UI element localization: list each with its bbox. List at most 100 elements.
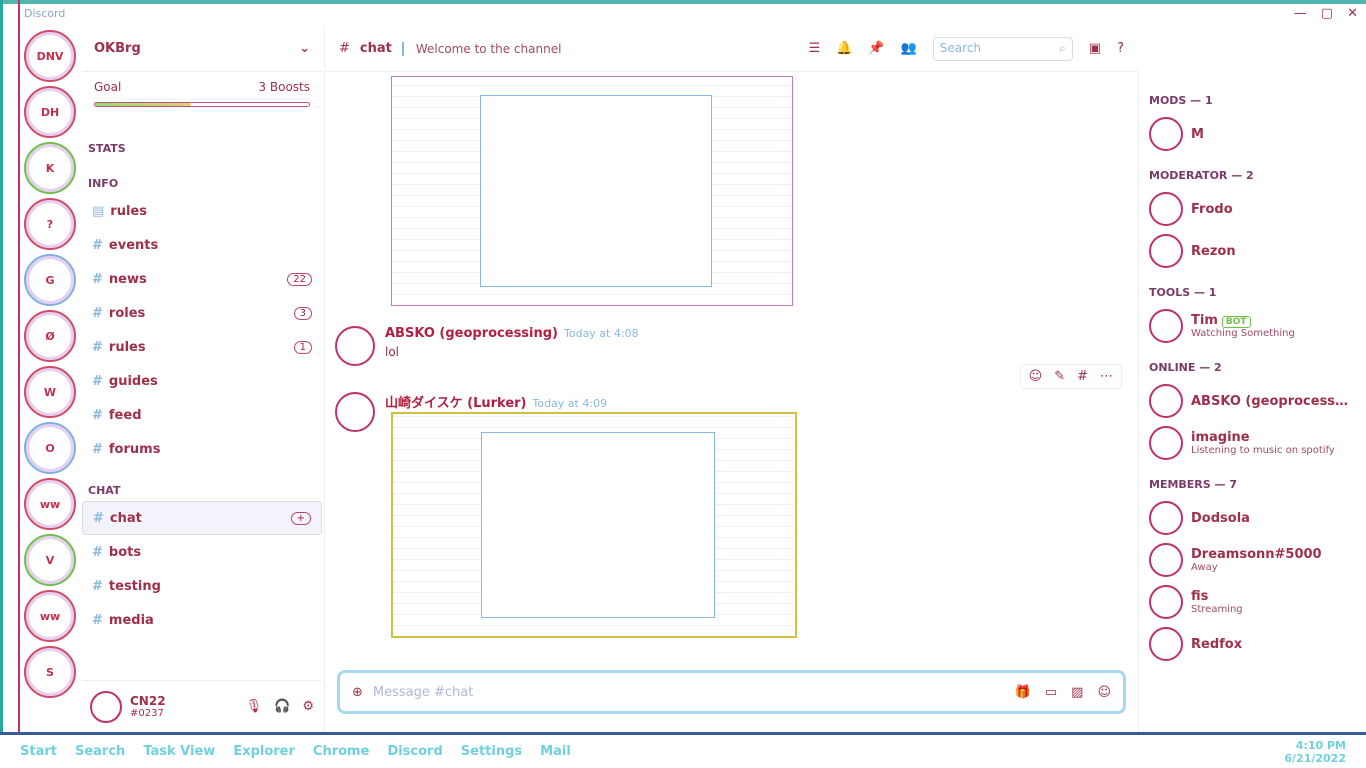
gif-icon[interactable]: ▭ [1045, 685, 1057, 700]
member-item[interactable]: ABSKO (geoprocessing) [1149, 380, 1356, 422]
avatar[interactable] [335, 326, 375, 366]
taskbar-item[interactable]: Mail [540, 744, 571, 759]
gear-icon[interactable]: ⚙ [302, 699, 314, 714]
hash-icon: # [92, 237, 103, 253]
server-icon[interactable]: W [24, 366, 76, 418]
member-item[interactable]: Frodo [1149, 188, 1356, 230]
server-icon[interactable]: G [24, 254, 76, 306]
server-icon[interactable]: ? [24, 198, 76, 250]
title-bar: Discord — ▢ ✕ [20, 4, 1366, 26]
more-icon[interactable]: ⋯ [1100, 369, 1113, 384]
member-item[interactable]: Redfox [1149, 623, 1356, 665]
member-item[interactable]: Dreamsonn#5000 Away [1149, 539, 1356, 581]
server-icon[interactable]: O [24, 422, 76, 474]
channel-item[interactable]: # news 22 [82, 262, 322, 296]
boost-goal[interactable]: Goal 3 Boosts [82, 72, 322, 124]
message-author[interactable]: ABSKO (geoprocessing) [385, 326, 558, 341]
search-input[interactable]: Search ⌕ [932, 36, 1073, 61]
microphone-icon[interactable]: 🎙 [246, 699, 263, 714]
avatar [1149, 627, 1183, 661]
hash-icon: # [92, 612, 103, 628]
member-item[interactable]: Rezon [1149, 230, 1356, 272]
taskbar-item[interactable]: Start [20, 744, 57, 759]
member-item[interactable]: fis Streaming [1149, 581, 1356, 623]
message-timestamp: Today at 4:08 [564, 327, 639, 340]
avatar [1149, 426, 1183, 460]
message-composer[interactable]: ⊕ Message #chat 🎁 ▭ ▨ ☺ [337, 670, 1126, 714]
edit-icon[interactable]: ✎ [1054, 369, 1065, 384]
thread-icon[interactable]: # [1077, 369, 1088, 384]
message-input[interactable]: Message #chat [373, 685, 1005, 700]
server-icon[interactable]: V [24, 534, 76, 586]
emoji-icon[interactable]: ☺ [1097, 685, 1111, 700]
category-header[interactable]: CHAT [82, 466, 322, 501]
channel-item[interactable]: # bots [82, 535, 322, 569]
message-author[interactable]: 山崎ダイスケ (Lurker) [385, 396, 527, 411]
taskbar-item[interactable]: Task View [143, 744, 215, 759]
channel-item[interactable]: # guides [82, 364, 322, 398]
member-item[interactable]: M [1149, 113, 1356, 155]
embedded-screenshot[interactable] [391, 412, 797, 638]
taskbar-item[interactable]: Chrome [313, 744, 370, 759]
bell-icon[interactable]: 🔔 [836, 41, 852, 56]
member-group-title: MODS — 1 [1149, 94, 1213, 107]
member-item[interactable]: imagine Listening to music on spotify [1149, 422, 1356, 464]
avatar [1149, 384, 1183, 418]
gift-icon[interactable]: 🎁 [1015, 685, 1031, 700]
server-icon[interactable]: DH [24, 86, 76, 138]
close-icon[interactable]: ✕ [1347, 6, 1358, 21]
threads-icon[interactable]: ☰ [809, 41, 821, 56]
category-header[interactable]: STATS [82, 124, 322, 159]
add-member-icon[interactable]: + [290, 511, 311, 525]
taskbar-item[interactable]: Search [75, 744, 125, 759]
add-attachment-icon[interactable]: ⊕ [352, 685, 363, 700]
channel-item[interactable]: # rules 1 [82, 330, 322, 364]
reaction-icon[interactable]: ☺ [1029, 369, 1043, 384]
member-item[interactable]: Tim BOT Watching Something [1149, 305, 1356, 347]
taskbar-item[interactable]: Settings [461, 744, 522, 759]
server-icon[interactable]: ww [24, 478, 76, 530]
taskbar-item[interactable]: Discord [387, 744, 442, 759]
channel-item[interactable]: # media [82, 603, 322, 637]
avatar [1149, 309, 1183, 343]
members-icon[interactable]: 👥 [901, 41, 917, 56]
user-name: CN22 [130, 694, 166, 708]
pin-icon[interactable]: 📌 [868, 41, 884, 56]
search-icon: ⌕ [1059, 40, 1066, 55]
channel-topic[interactable]: Welcome to the channel [401, 41, 561, 56]
headphones-icon[interactable]: 🎧 [274, 699, 290, 714]
server-icon[interactable]: Ø [24, 310, 76, 362]
maximize-icon[interactable]: ▢ [1321, 6, 1333, 21]
server-icon[interactable]: S [24, 646, 76, 698]
avatar[interactable] [335, 392, 375, 432]
screen-left-border [0, 0, 20, 732]
channel-item[interactable]: ▤ rules [82, 194, 322, 228]
boost-label: Goal [94, 80, 122, 94]
hash-icon: # [92, 373, 103, 389]
channel-item[interactable]: # forums [82, 432, 322, 466]
hash-icon: # [339, 41, 350, 56]
channel-item-active[interactable]: # chat + [82, 501, 322, 535]
channel-item[interactable]: # roles 3 [82, 296, 322, 330]
server-icon[interactable]: ww [24, 590, 76, 642]
member-list: MODS — 1 M MODERATOR — 2 Frodo Rezon TOO… [1138, 72, 1366, 732]
server-icon[interactable]: K [24, 142, 76, 194]
server-header[interactable]: OKBrg ⌄ [82, 26, 322, 72]
channel-header: # chat Welcome to the channel ☰ 🔔 📌 👥 Se… [325, 26, 1138, 72]
taskbar-item[interactable]: Explorer [233, 744, 295, 759]
category-header[interactable]: INFO [82, 159, 322, 194]
channel-item[interactable]: # events [82, 228, 322, 262]
server-icon[interactable]: DNV [24, 30, 76, 82]
member-item[interactable]: Dodsola [1149, 497, 1356, 539]
member-group-title: MEMBERS — 7 [1149, 478, 1238, 491]
avatar[interactable] [90, 690, 122, 723]
channel-item[interactable]: # testing [82, 569, 322, 603]
channel-item[interactable]: # feed [82, 398, 322, 432]
sticker-icon[interactable]: ▨ [1071, 685, 1083, 700]
help-icon[interactable]: ? [1117, 41, 1124, 56]
minimize-icon[interactable]: — [1294, 6, 1307, 21]
embedded-screenshot[interactable] [391, 76, 793, 306]
avatar [1149, 234, 1183, 268]
system-clock[interactable]: 4:10 PM 6/21/2022 [1284, 739, 1346, 765]
inbox-icon[interactable]: ▣ [1089, 41, 1101, 56]
